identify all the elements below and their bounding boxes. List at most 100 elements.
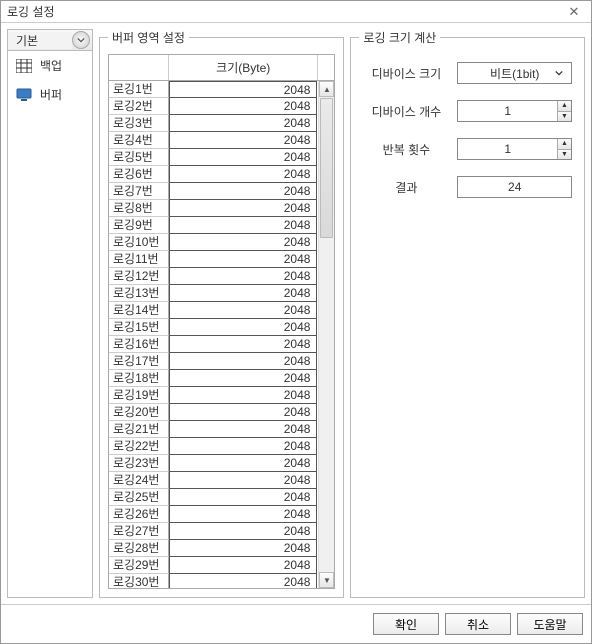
spin-up-button[interactable]: ▲ (558, 101, 571, 112)
row-size-value[interactable]: 2048 (169, 574, 317, 588)
sidebar-list: 백업 버퍼 (7, 51, 93, 598)
table-row[interactable]: 로깅4번2048 (109, 132, 318, 149)
row-size-value[interactable]: 2048 (169, 421, 317, 438)
table-row[interactable]: 로깅20번2048 (109, 404, 318, 421)
repeat-label: 반복 횟수 (363, 141, 449, 158)
device-size-select[interactable]: 비트(1bit) (457, 62, 572, 84)
row-size-value[interactable]: 2048 (169, 268, 317, 285)
row-size-value[interactable]: 2048 (169, 285, 317, 302)
table-row[interactable]: 로깅8번2048 (109, 200, 318, 217)
content-area: 기본 백업 버퍼 (1, 23, 591, 604)
table-row[interactable]: 로깅12번2048 (109, 268, 318, 285)
row-size-value[interactable]: 2048 (169, 438, 317, 455)
table-row[interactable]: 로깅7번2048 (109, 183, 318, 200)
table-row[interactable]: 로깅29번2048 (109, 557, 318, 574)
row-size-value[interactable]: 2048 (169, 234, 317, 251)
row-header: 로깅13번 (109, 285, 169, 302)
repeat-value[interactable]: 1 (458, 139, 557, 159)
row-size-value[interactable]: 2048 (169, 251, 317, 268)
column-header-rowhead[interactable] (109, 55, 169, 80)
row-size-value[interactable]: 2048 (169, 387, 317, 404)
table-row[interactable]: 로깅2번2048 (109, 98, 318, 115)
scroll-track[interactable] (319, 239, 334, 572)
table-row[interactable]: 로깅22번2048 (109, 438, 318, 455)
sidebar-item-buffer[interactable]: 버퍼 (8, 80, 92, 109)
row-header: 로깅30번 (109, 574, 169, 588)
table-row[interactable]: 로깅9번2048 (109, 217, 318, 234)
table-row[interactable]: 로깅1번2048 (109, 81, 318, 98)
row-header: 로깅1번 (109, 81, 169, 98)
chevron-down-icon[interactable] (72, 31, 90, 49)
table-row[interactable]: 로깅30번2048 (109, 574, 318, 588)
row-size-value[interactable]: 2048 (169, 200, 317, 217)
cancel-button[interactable]: 취소 (445, 613, 511, 635)
row-size-value[interactable]: 2048 (169, 166, 317, 183)
vertical-scrollbar[interactable]: ▲ ▼ (318, 81, 334, 588)
sidebar-item-backup[interactable]: 백업 (8, 51, 92, 80)
table-row[interactable]: 로깅11번2048 (109, 251, 318, 268)
row-size-value[interactable]: 2048 (169, 506, 317, 523)
device-count-spinner[interactable]: 1 ▲ ▼ (457, 100, 572, 122)
row-size-value[interactable]: 2048 (169, 404, 317, 421)
table-row[interactable]: 로깅3번2048 (109, 115, 318, 132)
row-size-value[interactable]: 2048 (169, 455, 317, 472)
scroll-thumb[interactable] (320, 98, 333, 238)
table-row[interactable]: 로깅5번2048 (109, 149, 318, 166)
table-row[interactable]: 로깅26번2048 (109, 506, 318, 523)
row-size-value[interactable]: 2048 (169, 132, 317, 149)
row-header: 로깅2번 (109, 98, 169, 115)
table-row[interactable]: 로깅6번2048 (109, 166, 318, 183)
monitor-icon (16, 88, 32, 102)
row-size-value[interactable]: 2048 (169, 302, 317, 319)
window-title: 로깅 설정 (7, 3, 563, 20)
row-size-value[interactable]: 2048 (169, 523, 317, 540)
ok-button[interactable]: 확인 (373, 613, 439, 635)
help-button[interactable]: 도움말 (517, 613, 583, 635)
table-row[interactable]: 로깅27번2048 (109, 523, 318, 540)
dialog-footer: 확인 취소 도움말 (1, 604, 591, 643)
row-size-value[interactable]: 2048 (169, 217, 317, 234)
row-size-value[interactable]: 2048 (169, 81, 317, 98)
table-row[interactable]: 로깅17번2048 (109, 353, 318, 370)
table-row[interactable]: 로깅14번2048 (109, 302, 318, 319)
row-size-value[interactable]: 2048 (169, 183, 317, 200)
table-row[interactable]: 로깅18번2048 (109, 370, 318, 387)
device-count-value[interactable]: 1 (458, 101, 557, 121)
row-size-value[interactable]: 2048 (169, 149, 317, 166)
row-header: 로깅10번 (109, 234, 169, 251)
row-size-value[interactable]: 2048 (169, 115, 317, 132)
sidebar: 기본 백업 버퍼 (7, 29, 93, 598)
row-size-value[interactable]: 2048 (169, 336, 317, 353)
grid-icon (16, 59, 32, 73)
row-size-value[interactable]: 2048 (169, 353, 317, 370)
table-row[interactable]: 로깅28번2048 (109, 540, 318, 557)
row-size-value[interactable]: 2048 (169, 370, 317, 387)
table-row[interactable]: 로깅13번2048 (109, 285, 318, 302)
row-header: 로깅16번 (109, 336, 169, 353)
table-row[interactable]: 로깅19번2048 (109, 387, 318, 404)
scroll-down-button[interactable]: ▼ (319, 572, 334, 588)
row-size-value[interactable]: 2048 (169, 319, 317, 336)
table-row[interactable]: 로깅10번2048 (109, 234, 318, 251)
scroll-up-button[interactable]: ▲ (319, 81, 334, 97)
sidebar-tab-header[interactable]: 기본 (7, 29, 93, 51)
table-row[interactable]: 로깅21번2048 (109, 421, 318, 438)
row-size-value[interactable]: 2048 (169, 540, 317, 557)
spin-down-button[interactable]: ▼ (558, 150, 571, 160)
table-row[interactable]: 로깅23번2048 (109, 455, 318, 472)
row-size-value[interactable]: 2048 (169, 557, 317, 574)
row-size-value[interactable]: 2048 (169, 472, 317, 489)
column-header-size[interactable]: 크기(Byte) (169, 55, 318, 80)
spin-up-button[interactable]: ▲ (558, 139, 571, 150)
row-size-value[interactable]: 2048 (169, 98, 317, 115)
repeat-spinner[interactable]: 1 ▲ ▼ (457, 138, 572, 160)
table-row[interactable]: 로깅24번2048 (109, 472, 318, 489)
close-icon[interactable]: ✕ (563, 4, 585, 20)
row-header: 로깅29번 (109, 557, 169, 574)
table-row[interactable]: 로깅16번2048 (109, 336, 318, 353)
row-size-value[interactable]: 2048 (169, 489, 317, 506)
buffer-table-body: 로깅1번2048로깅2번2048로깅3번2048로깅4번2048로깅5번2048… (109, 81, 318, 588)
spin-down-button[interactable]: ▼ (558, 112, 571, 122)
table-row[interactable]: 로깅25번2048 (109, 489, 318, 506)
table-row[interactable]: 로깅15번2048 (109, 319, 318, 336)
